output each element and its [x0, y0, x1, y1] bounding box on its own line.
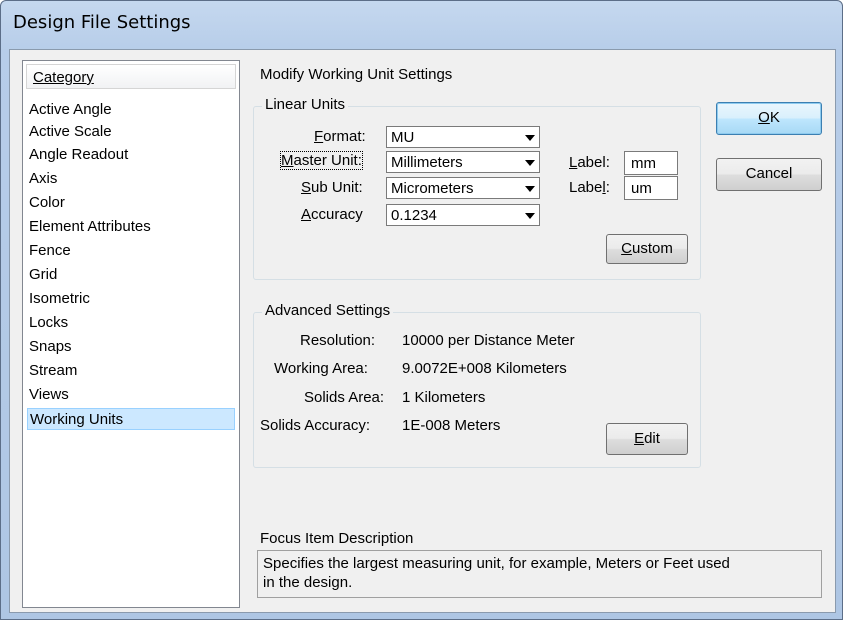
- sub-label-input[interactable]: [625, 177, 677, 199]
- page-heading: Modify Working Unit Settings: [260, 66, 453, 83]
- chevron-down-icon: [525, 135, 535, 141]
- working-area-value: 9.0072E+008 Kilometers: [402, 360, 567, 377]
- category-item-axis[interactable]: Axis: [29, 168, 57, 190]
- solids-accuracy-label: Solids Accuracy:: [260, 417, 371, 434]
- master-unit-value: Millimeters: [391, 154, 463, 171]
- focus-description-line1: Specifies the largest measuring unit, fo…: [263, 555, 730, 572]
- linear-units-legend: Linear Units: [262, 96, 349, 113]
- category-item-fence[interactable]: Fence: [29, 240, 71, 262]
- custom-button[interactable]: Custom: [606, 234, 688, 264]
- dialog-window: Design File Settings Category Active Ang…: [0, 0, 843, 620]
- focus-description-box: Specifies the largest measuring unit, fo…: [257, 550, 822, 598]
- advanced-settings-legend: Advanced Settings: [262, 302, 394, 319]
- cancel-button[interactable]: Cancel: [716, 158, 822, 191]
- chevron-down-icon: [525, 186, 535, 192]
- sub-label-field[interactable]: [624, 176, 678, 200]
- window-title: Design File Settings: [13, 12, 191, 33]
- solids-area-label: Solids Area:: [304, 389, 385, 406]
- focus-description-title: Focus Item Description: [260, 530, 414, 547]
- master-label-field[interactable]: [624, 151, 678, 175]
- format-dropdown[interactable]: MU: [386, 126, 540, 148]
- category-item-angle-readout[interactable]: Angle Readout: [29, 144, 128, 166]
- resolution-value: 10000 per Distance Meter: [402, 332, 575, 349]
- category-item-isometric[interactable]: Isometric: [29, 288, 90, 310]
- format-label: Format:: [314, 128, 366, 145]
- category-header-label: Category: [33, 69, 94, 86]
- accuracy-dropdown[interactable]: 0.1234: [386, 204, 540, 226]
- category-item-element-attributes[interactable]: Element Attributes: [29, 216, 151, 238]
- master-unit-dropdown[interactable]: Millimeters: [386, 151, 540, 173]
- category-item-stream[interactable]: Stream: [29, 360, 77, 382]
- solids-area-value: 1 Kilometers: [402, 389, 486, 406]
- category-item-active-angle[interactable]: Active Angle: [29, 99, 112, 121]
- accuracy-label: Accuracy: [301, 206, 363, 223]
- master-label-input[interactable]: [625, 152, 677, 174]
- sub-unit-value: Micrometers: [391, 180, 474, 197]
- sub-unit-dropdown[interactable]: Micrometers: [386, 177, 540, 199]
- sub-label-caption: Label:: [569, 179, 610, 196]
- ok-button[interactable]: OK: [716, 102, 822, 135]
- category-item-active-scale[interactable]: Active Scale: [29, 121, 112, 143]
- dialog-client-area: Category Active Angle Active Scale Angle…: [9, 49, 836, 613]
- resolution-label: Resolution:: [300, 332, 376, 349]
- chevron-down-icon: [525, 213, 535, 219]
- title-bar[interactable]: Design File Settings: [1, 1, 843, 47]
- accuracy-value: 0.1234: [391, 207, 437, 224]
- solids-accuracy-value: 1E-008 Meters: [402, 417, 501, 434]
- category-item-grid[interactable]: Grid: [29, 264, 57, 286]
- category-item-color[interactable]: Color: [29, 192, 65, 214]
- category-item-locks[interactable]: Locks: [29, 312, 68, 334]
- category-column-header[interactable]: Category: [26, 64, 236, 89]
- category-list[interactable]: Category Active Angle Active Scale Angle…: [22, 60, 240, 608]
- format-value: MU: [391, 129, 415, 146]
- master-label-caption: Label:: [569, 154, 610, 171]
- sub-unit-label: Sub Unit:: [301, 179, 363, 196]
- category-item-snaps[interactable]: Snaps: [29, 336, 72, 358]
- focus-description-line2: in the design.: [263, 574, 353, 591]
- master-unit-label: Master Unit:: [280, 151, 363, 170]
- chevron-down-icon: [525, 160, 535, 166]
- category-item-working-units[interactable]: Working Units: [27, 408, 235, 430]
- category-item-views[interactable]: Views: [29, 384, 69, 406]
- working-area-label: Working Area:: [274, 360, 368, 377]
- edit-button[interactable]: Edit: [606, 423, 688, 455]
